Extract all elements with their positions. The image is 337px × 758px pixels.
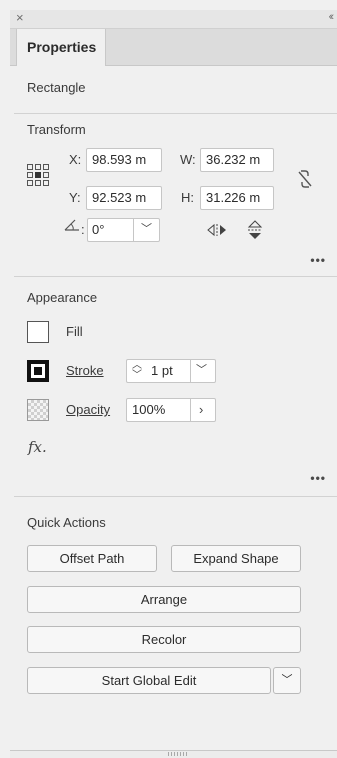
start-global-edit-button[interactable]: Start Global Edit	[27, 667, 271, 694]
stroke-label[interactable]: Stroke	[66, 359, 104, 383]
height-field[interactable]: 31.226 m	[200, 186, 274, 210]
collapse-panel-icon[interactable]: ‹‹	[329, 11, 335, 23]
y-label: Y:	[69, 190, 81, 205]
stroke-weight-value: 1 pt	[151, 363, 173, 378]
opacity-swatch[interactable]	[27, 399, 49, 421]
tab-bar: Properties	[10, 29, 337, 66]
flip-vertical-icon[interactable]	[247, 220, 263, 240]
chevron-right-icon[interactable]: ›	[199, 399, 203, 421]
h-label: H:	[181, 190, 194, 205]
angle-dropdown-divider	[133, 219, 134, 241]
opacity-divider	[190, 399, 191, 421]
width-field[interactable]: 36.232 m	[200, 148, 274, 172]
appearance-title: Appearance	[27, 290, 98, 305]
w-label: W:	[180, 152, 196, 167]
appearance-more-options-icon[interactable]: •••	[310, 471, 326, 485]
angle-icon	[64, 219, 79, 231]
opacity-value: 100%	[132, 402, 166, 417]
angle-value: 0°	[92, 222, 105, 237]
y-field[interactable]: 92.523 m	[86, 186, 162, 210]
global-edit-options-button[interactable]: ﹀	[273, 667, 301, 694]
close-icon[interactable]: ×	[16, 10, 24, 25]
stroke-dropdown-divider	[190, 360, 191, 382]
divider	[14, 496, 337, 497]
transform-more-options-icon[interactable]: •••	[310, 253, 326, 267]
stroke-weight-field[interactable]: ︿ ﹀ 1 pt ﹀	[126, 359, 216, 383]
divider	[14, 113, 337, 114]
grip-mark	[168, 752, 188, 756]
fill-label: Fill	[66, 324, 83, 339]
reference-point-icon[interactable]	[27, 164, 49, 186]
flip-horizontal-icon[interactable]	[207, 223, 227, 237]
link-proportions-icon[interactable]	[296, 168, 314, 190]
quick-actions-title: Quick Actions	[27, 515, 106, 530]
fill-swatch[interactable]	[27, 321, 49, 343]
angle-field[interactable]: 0° ﹀	[87, 218, 160, 242]
recolor-button[interactable]: Recolor	[27, 626, 301, 653]
chevron-down-icon[interactable]: ﹀	[141, 219, 152, 240]
arrange-button[interactable]: Arrange	[27, 586, 301, 613]
chevron-down-icon[interactable]: ﹀	[196, 360, 207, 381]
tab-properties[interactable]: Properties	[16, 29, 106, 66]
fx-effects-icon[interactable]: fx.	[28, 438, 47, 456]
chevron-down-icon: ﹀	[281, 674, 293, 686]
angle-colon: :	[81, 222, 85, 237]
divider	[14, 276, 337, 277]
opacity-label[interactable]: Opacity	[66, 398, 110, 422]
properties-panel: × ‹‹ Properties Rectangle Transform X: 9…	[10, 10, 337, 758]
offset-path-button[interactable]: Offset Path	[27, 545, 157, 572]
x-field[interactable]: 98.593 m	[86, 148, 162, 172]
expand-shape-button[interactable]: Expand Shape	[171, 545, 301, 572]
stroke-swatch[interactable]	[27, 360, 49, 382]
stepper-down-icon[interactable]: ﹀	[132, 365, 142, 382]
opacity-field[interactable]: 100% ›	[126, 398, 216, 422]
transform-title: Transform	[27, 122, 86, 137]
x-label: X:	[69, 152, 82, 167]
object-type-label: Rectangle	[27, 80, 86, 95]
panel-title-bar: × ‹‹	[10, 10, 337, 29]
